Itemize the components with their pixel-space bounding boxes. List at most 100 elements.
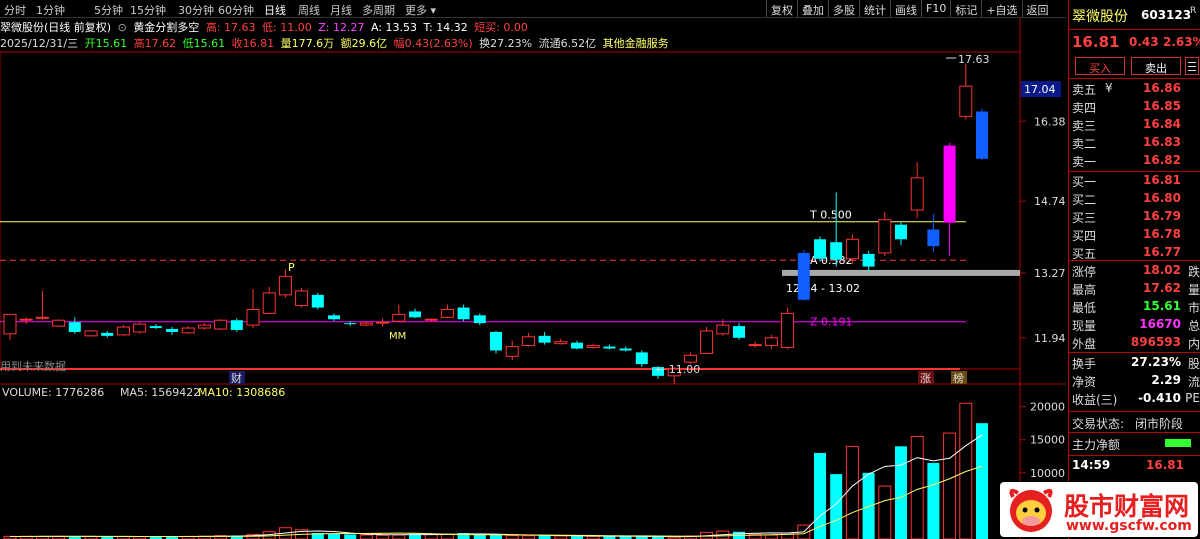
range-bar: [782, 269, 1020, 276]
info-date: 2025/12/31/三: [0, 37, 79, 50]
row-side: 总: [1187, 319, 1200, 333]
candle-body: [814, 239, 826, 259]
info-open: 开15.61: [84, 37, 128, 50]
candle-body: [683, 354, 697, 363]
volume-tick-label: 20000: [1030, 401, 1065, 414]
tool-3[interactable]: 统计: [859, 0, 890, 18]
volume-bar: [927, 462, 940, 539]
volume-bar: [538, 535, 551, 539]
stats-block-2: 换手 27.23% 股净资 2.29 流收益(三) -0.410 PE: [1069, 352, 1200, 407]
row-side: 股: [1187, 357, 1200, 371]
tool-2[interactable]: 多股: [828, 0, 859, 18]
tool-5[interactable]: F10: [921, 0, 950, 18]
tool-7[interactable]: +自选: [981, 0, 1021, 18]
row-label: 最低: [1072, 301, 1097, 315]
volume-bar: [878, 485, 892, 539]
stock-info-bar: 翠微股份(日线 前复权) ⊙ 黄金分割多空 高: 17.63 低: 11.00 …: [0, 19, 1020, 35]
bull-logo-icon: [1009, 488, 1053, 532]
tool-4[interactable]: 画线: [890, 0, 921, 18]
candle-body: [3, 313, 17, 335]
tab-8[interactable]: 月线: [330, 2, 352, 18]
candle-body: [959, 85, 973, 117]
tab-3[interactable]: 15分钟: [130, 2, 166, 18]
statrows-row: 最高 17.62 量: [1069, 280, 1200, 298]
row-value: 16.86: [1143, 81, 1181, 95]
kline-chart[interactable]: 16.3814.7413.2711.9417.04T 0.500A 0.382Z…: [0, 0, 1066, 539]
row-label: 卖四: [1072, 101, 1097, 115]
watermark: 股市财富网 www.gscfw.com: [1000, 482, 1198, 537]
buyrows-row: 买一 16.81: [1069, 172, 1200, 190]
row-value: 18.02: [1143, 263, 1181, 277]
indicator-name[interactable]: 黄金分割多空: [133, 21, 199, 34]
buyrows-row: 买三 16.79: [1069, 208, 1200, 226]
row-value: 15.61: [1143, 299, 1181, 313]
candle-body: [149, 326, 162, 329]
rp-stock-code: 603123: [1141, 8, 1192, 22]
quote-info-bar: 2025/12/31/三 开15.61 高17.62 低15.61 收16.81…: [0, 35, 1020, 51]
bang-label: 榜: [953, 371, 964, 385]
zhuli-row[interactable]: 主力净额: [1069, 432, 1200, 452]
candle-body: [344, 323, 357, 325]
buy-button[interactable]: 买入: [1075, 57, 1125, 75]
tab-4[interactable]: 30分钟: [178, 2, 214, 18]
row-label: 卖二: [1072, 137, 1097, 151]
ma10-label: MA10: 1308686: [198, 386, 285, 399]
row-label: 卖三: [1072, 119, 1097, 133]
statrows2-row: 换手 27.23% 股: [1069, 354, 1200, 372]
high-label: 17.63: [958, 53, 990, 66]
info-industry[interactable]: 其他金融服务: [603, 37, 669, 50]
zhuli-label: 主力净额: [1072, 438, 1121, 452]
tab-2[interactable]: 5分钟: [94, 2, 123, 18]
tab-1[interactable]: 1分钟: [36, 2, 65, 18]
rp-stock-name: 翠微股份: [1072, 9, 1128, 25]
price-tick-label: 11.94: [1034, 332, 1066, 345]
statrows-row: 外盘 896593 内: [1069, 334, 1200, 352]
candle-body: [700, 330, 714, 354]
tab-6[interactable]: 日线: [264, 2, 286, 18]
row-label: 卖一: [1072, 155, 1097, 169]
info-high: 高17.62: [133, 37, 177, 50]
tool-8[interactable]: 返回: [1021, 0, 1053, 18]
candle-body: [845, 238, 859, 260]
info-a: A: 13.53: [370, 21, 417, 34]
row-label: 现量: [1072, 319, 1097, 333]
sellrows-row: 卖一 16.82: [1069, 152, 1200, 170]
tick-row: 14:59 16.81: [1069, 455, 1200, 473]
tab-5[interactable]: 60分钟: [218, 2, 254, 18]
candle-body: [116, 326, 130, 336]
candle-body: [181, 327, 195, 334]
row-value: -0.410: [1138, 391, 1181, 405]
info-z: Z: 12.27: [318, 21, 365, 34]
row-value: 16.82: [1143, 153, 1181, 167]
tab-10[interactable]: 更多 ▾: [405, 2, 436, 18]
statrows-row: 现量 16670 总: [1069, 316, 1200, 334]
volume-tick-label: 15000: [1030, 434, 1065, 447]
candle-body: [571, 342, 583, 349]
volume-bar: [943, 432, 957, 539]
level-z-label: Z 0.191: [810, 316, 853, 329]
info-close: 收16.81: [231, 37, 275, 50]
row-label: 净资: [1072, 375, 1097, 389]
price-tick-label: 13.27: [1034, 267, 1066, 280]
more-button[interactable]: [1185, 57, 1199, 75]
tool-0[interactable]: 复权: [766, 0, 797, 18]
candle-body: [910, 177, 924, 211]
candle-body: [392, 313, 406, 322]
tab-9[interactable]: 多周期: [362, 2, 395, 18]
tab-0[interactable]: 分时: [4, 2, 26, 18]
tool-6[interactable]: 标记: [950, 0, 981, 18]
candle-body: [133, 323, 147, 333]
statrows2-row: 净资 2.29 流: [1069, 372, 1200, 390]
rp-change: 0.43: [1129, 35, 1159, 49]
row-side: 内: [1187, 337, 1200, 351]
indicator-icon[interactable]: ⊙: [118, 21, 127, 34]
row-side: 跌: [1187, 265, 1200, 279]
candle-body: [457, 307, 470, 320]
sell-button[interactable]: 卖出: [1131, 57, 1181, 75]
tab-7[interactable]: 周线: [298, 2, 320, 18]
row-value: 16.79: [1143, 209, 1181, 223]
volume-bar: [490, 534, 502, 539]
tool-1[interactable]: 叠加: [797, 0, 828, 18]
candle-body: [262, 292, 276, 314]
info-volume: 量177.6万: [280, 37, 335, 50]
